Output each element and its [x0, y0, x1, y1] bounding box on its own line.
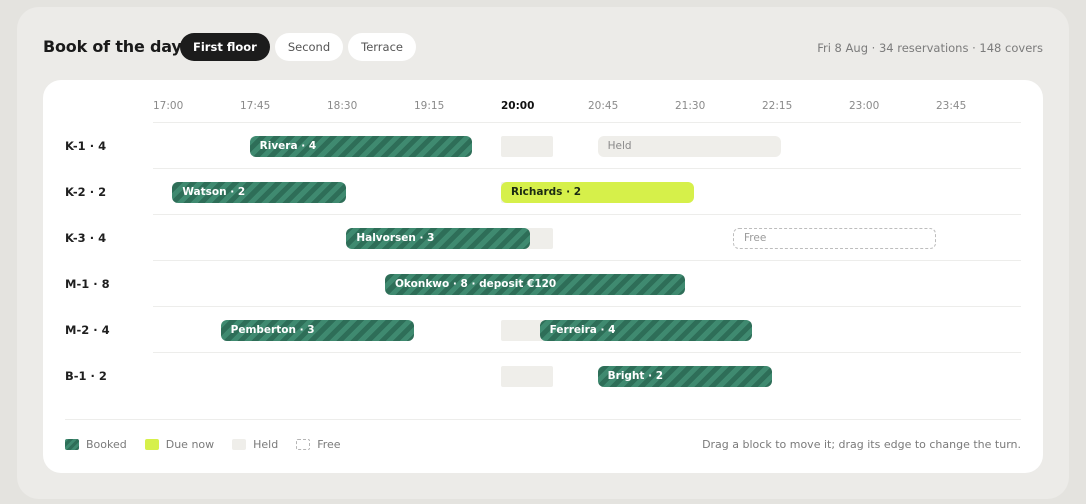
- table-lane: Halvorsen · 3 Free: [43, 216, 1043, 262]
- table-lane: Pemberton · 3 Ferreira · 4: [43, 308, 1043, 354]
- legend-label: Free: [317, 438, 341, 451]
- current-time-slot: [501, 366, 553, 387]
- row-divider: [153, 168, 1021, 169]
- day-summary: Fri 8 Aug · 34 reservations · 148 covers: [817, 41, 1043, 55]
- row-divider: [153, 122, 1021, 123]
- held-block[interactable]: Held: [597, 136, 782, 157]
- table-row: M-2 · 4 Pemberton · 3 Ferreira · 4: [43, 308, 1043, 354]
- reservation-block[interactable]: Watson · 2: [172, 182, 347, 203]
- tab-second[interactable]: Second: [274, 33, 344, 61]
- booked-swatch: [65, 439, 79, 450]
- legend-item-due: Due now: [144, 438, 215, 451]
- book-panel: Book of the day First floor Second Terra…: [17, 7, 1069, 499]
- table-lane: Okonkwo · 8 · deposit €120: [43, 262, 1043, 308]
- row-divider: [153, 352, 1021, 353]
- time-tick-current: 20:00: [501, 100, 535, 112]
- time-tick: 17:45: [240, 100, 271, 112]
- legend-divider: [65, 419, 1021, 420]
- current-time-slot: [501, 136, 553, 157]
- time-tick: 23:45: [936, 100, 967, 112]
- time-tick: 22:15: [762, 100, 793, 112]
- free-slot[interactable]: Free: [733, 228, 936, 249]
- due-swatch: [144, 439, 159, 450]
- table-row: K-2 · 2 Watson · 2 Richards · 2: [43, 170, 1043, 216]
- legend-item-held: Held: [232, 438, 278, 451]
- table-row: M-1 · 8 Okonkwo · 8 · deposit €120: [43, 262, 1043, 308]
- drag-hint: Drag a block to move it; drag its edge t…: [702, 438, 1021, 451]
- legend-item-free: Free: [296, 438, 341, 451]
- table-lane: Rivera · 4 Held: [43, 124, 1043, 170]
- tab-terrace[interactable]: Terrace: [348, 33, 416, 61]
- time-tick: 23:00: [849, 100, 880, 112]
- legend-label: Due now: [165, 438, 215, 451]
- row-divider: [153, 260, 1021, 261]
- legend: Booked Due now Held Free: [65, 438, 359, 451]
- table-row: B-1 · 2 Bright · 2: [43, 354, 1043, 400]
- page-title: Book of the day: [43, 37, 182, 56]
- legend-label: Booked: [86, 438, 127, 451]
- floor-tabs: First floor Second Terrace: [180, 33, 416, 61]
- reservation-block[interactable]: Rivera · 4: [249, 136, 472, 157]
- time-tick: 17:00: [153, 100, 184, 112]
- row-divider: [153, 214, 1021, 215]
- time-tick: 18:30: [327, 100, 358, 112]
- timeline-card: 17:00 17:45 18:30 19:15 20:00 20:45 21:3…: [43, 80, 1043, 473]
- table-row: K-1 · 4 Rivera · 4 Held: [43, 124, 1043, 170]
- time-axis: 17:00 17:45 18:30 19:15 20:00 20:45 21:3…: [43, 100, 1043, 116]
- table-lane: Watson · 2 Richards · 2: [43, 170, 1043, 216]
- held-swatch: [232, 439, 247, 450]
- reservation-block[interactable]: Pemberton · 3: [220, 320, 414, 341]
- reservation-block[interactable]: Ferreira · 4: [539, 320, 753, 341]
- table-row: K-3 · 4 Halvorsen · 3 Free: [43, 216, 1043, 262]
- reservation-block[interactable]: Okonkwo · 8 · deposit €120: [385, 274, 685, 295]
- table-lane: Bright · 2: [43, 354, 1043, 400]
- tab-first-floor[interactable]: First floor: [180, 33, 270, 61]
- time-tick: 20:45: [588, 100, 619, 112]
- reservation-block[interactable]: Bright · 2: [597, 366, 772, 387]
- panel-header: Book of the day First floor Second Terra…: [43, 33, 1043, 63]
- free-swatch: [296, 439, 311, 450]
- reservation-block[interactable]: Halvorsen · 3: [346, 228, 530, 249]
- legend-item-booked: Booked: [65, 438, 127, 451]
- time-tick: 19:15: [414, 100, 445, 112]
- reservation-block[interactable]: Richards · 2: [501, 182, 695, 203]
- legend-label: Held: [253, 438, 279, 451]
- time-tick: 21:30: [675, 100, 706, 112]
- row-divider: [153, 306, 1021, 307]
